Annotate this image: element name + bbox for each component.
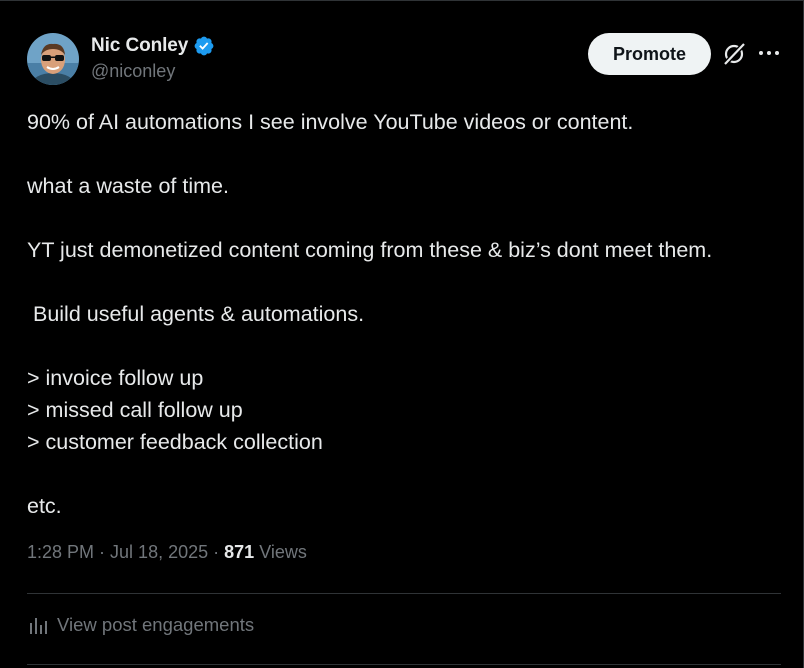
avatar[interactable] [27,33,79,85]
post-text-line [27,458,797,490]
meta-separator: · [94,542,111,562]
top-border [0,0,804,1]
post-text-line: Build useful agents & automations. [27,302,365,326]
post-text-line: what a waste of time. [27,174,229,198]
post-text-line: > invoice follow up [27,366,204,390]
post-meta: 1:28 PM · Jul 18, 2025 · 871 Views [27,542,307,563]
divider [27,593,781,594]
post-text-line [27,266,797,298]
bar-chart-icon [27,614,49,636]
post-text-line: 90% of AI automations I see involve YouT… [27,110,634,134]
post-text: 90% of AI automations I see involve YouT… [27,106,797,522]
post-time[interactable]: 1:28 PM [27,542,94,563]
promote-button[interactable]: Promote [588,33,711,75]
views-count: 871 [224,542,255,562]
post-text-line [27,138,797,170]
author-name-row: Nic Conley [91,34,215,58]
view-engagements-label: View post engagements [57,614,255,635]
post-text-line [27,330,797,362]
post-text-line: YT just demonetized content coming from … [27,238,713,262]
post-date[interactable]: Jul 18, 2025 [110,542,208,563]
view-engagements-link[interactable]: View post engagements [27,614,254,636]
verified-badge-icon[interactable] [193,35,215,57]
avatar-photo [27,33,79,85]
post-text-line: etc. [27,494,62,518]
divider [27,664,781,665]
meta-separator: · [208,542,225,562]
author-display-name[interactable]: Nic Conley [91,35,188,57]
views-label: Views [259,542,307,562]
post-text-line [27,202,797,234]
author-handle[interactable]: @niconley [91,61,175,82]
more-icon[interactable] [757,43,781,63]
post-text-line: > customer feedback collection [27,430,323,454]
post-text-line: > missed call follow up [27,398,243,422]
grok-icon[interactable] [720,40,748,68]
